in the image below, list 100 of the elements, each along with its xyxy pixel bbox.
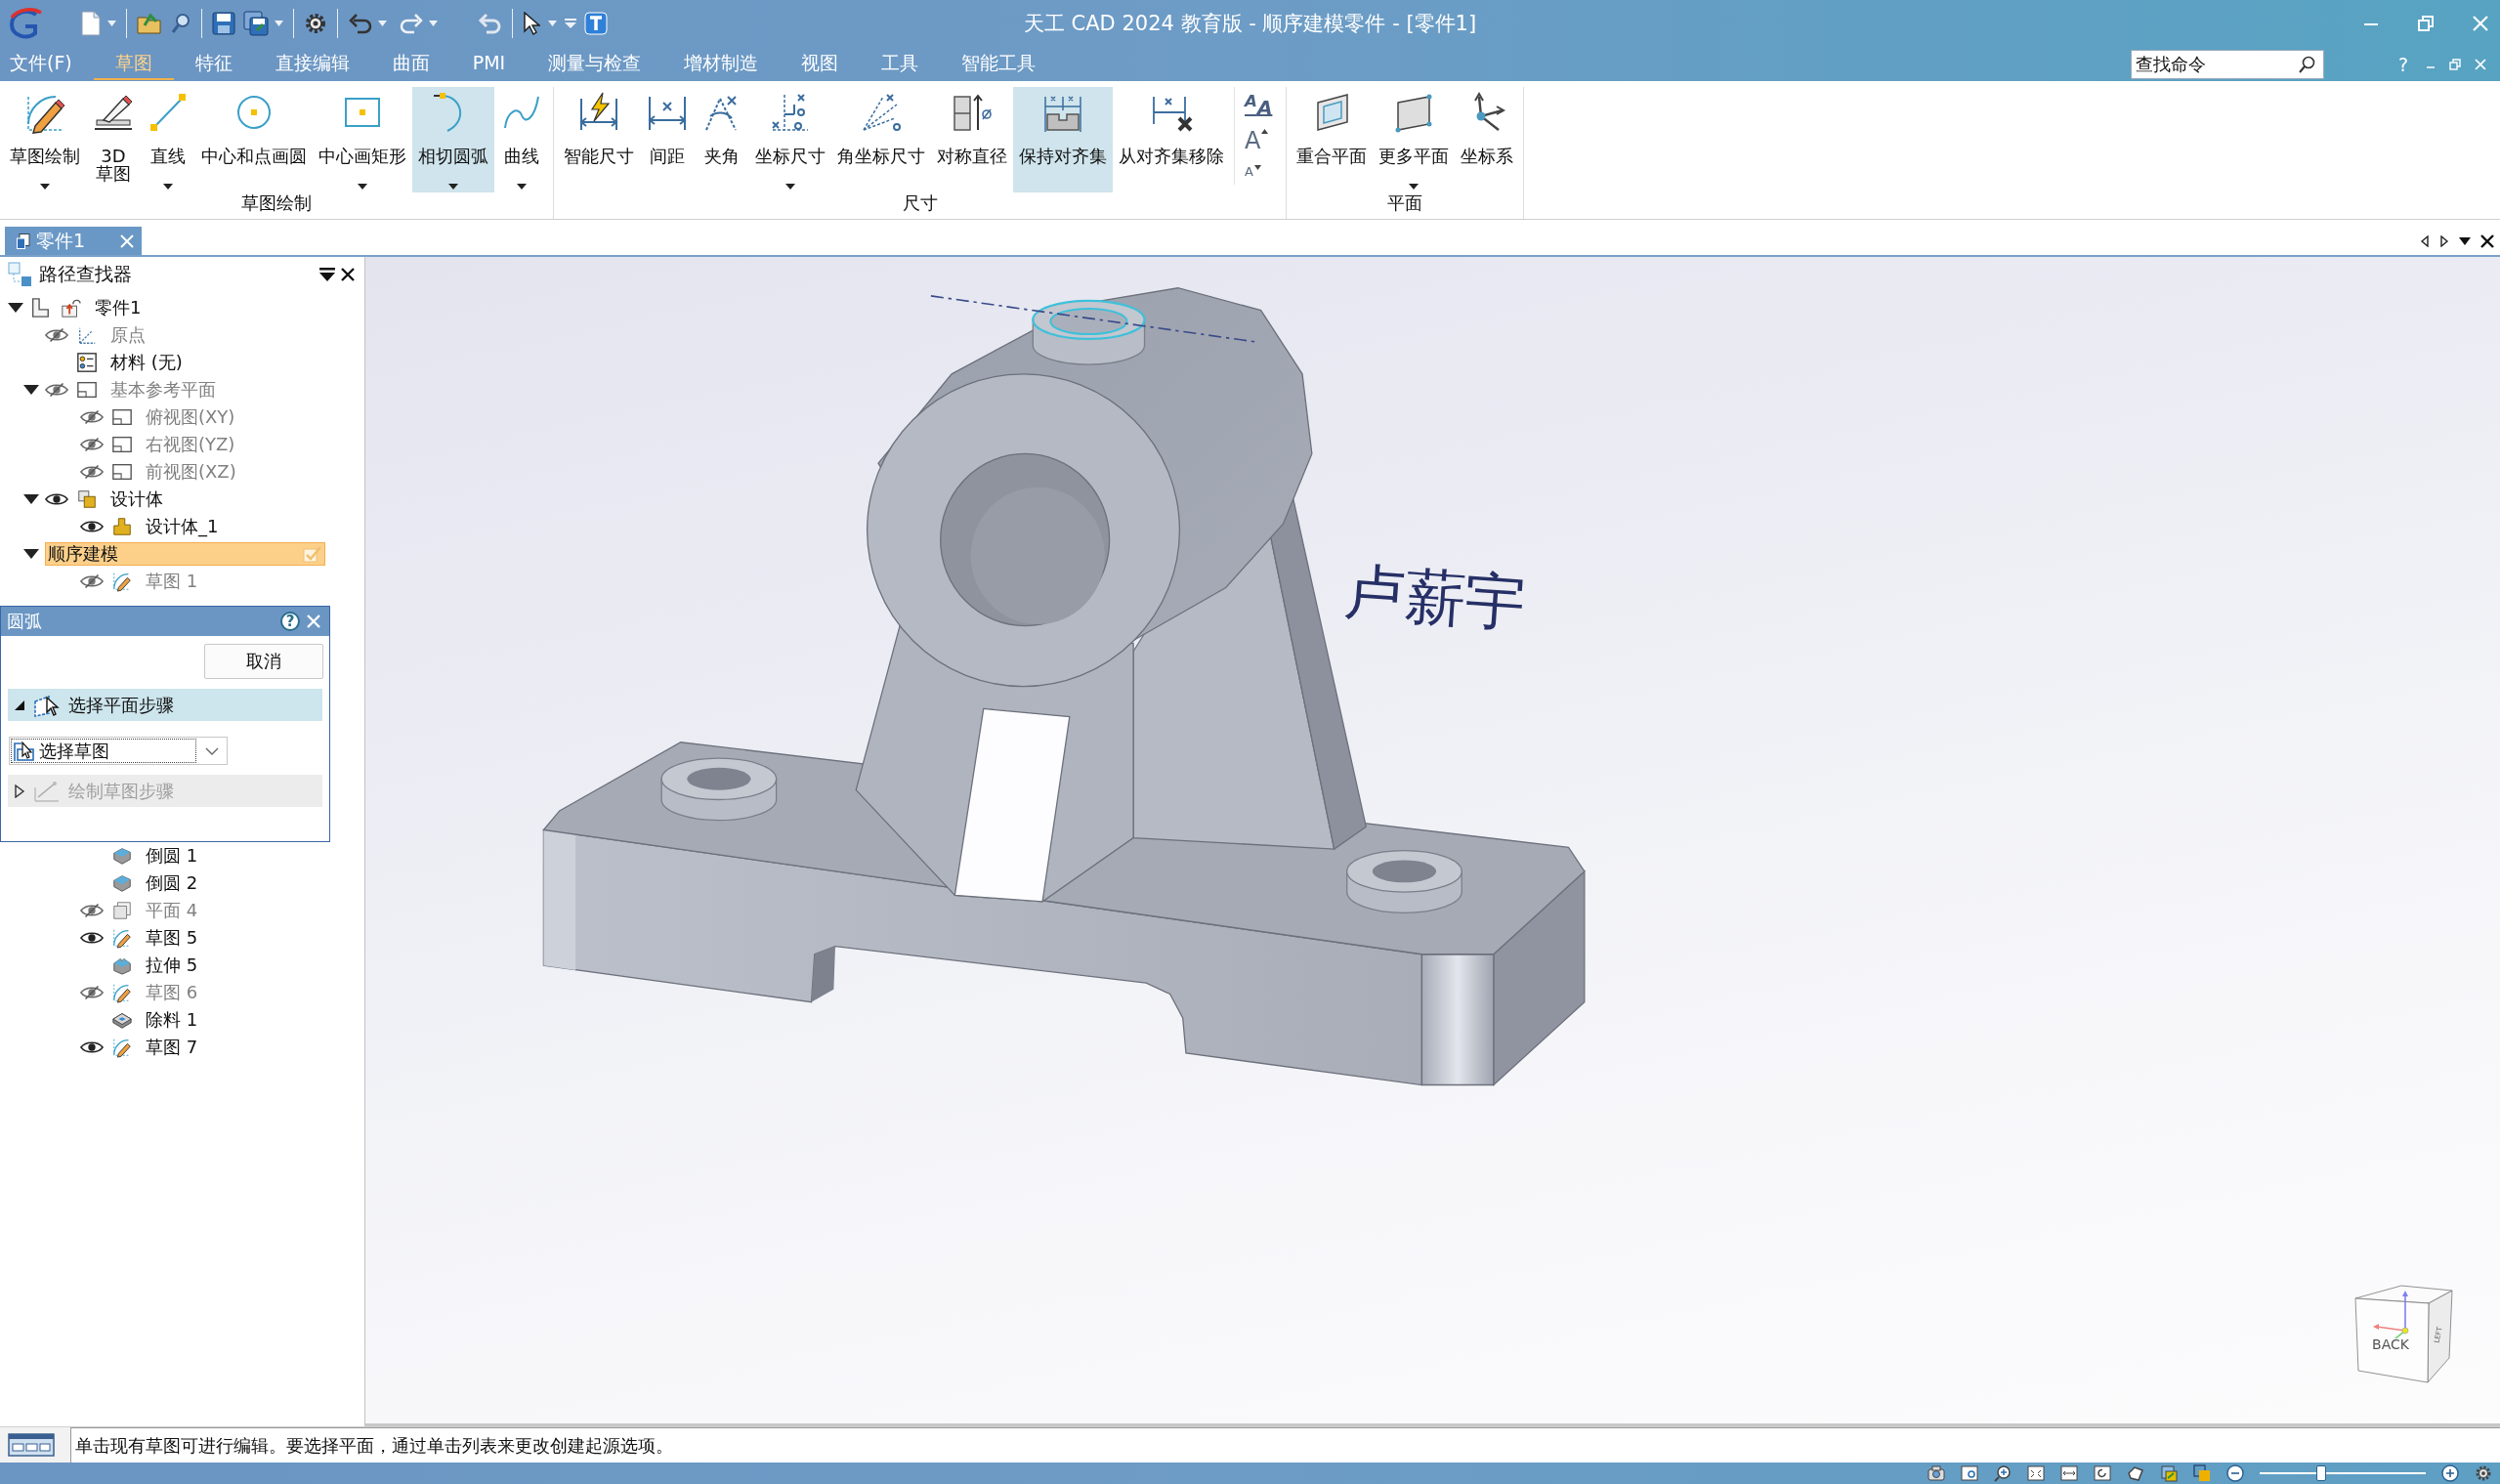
ribbon-button[interactable]: 坐标尺寸 [749, 87, 831, 192]
ribbon-button[interactable]: 相切圆弧 [412, 87, 494, 192]
camera-icon[interactable] [1928, 1464, 1945, 1482]
undo-icon[interactable] [348, 12, 373, 35]
eye-icon[interactable] [80, 930, 104, 946]
tree-item[interactable]: 草图 5 [143, 926, 201, 950]
cube-top-face[interactable] [2354, 1285, 2453, 1304]
ribbon-button[interactable]: 曲线 [494, 87, 549, 192]
restore-icon[interactable] [2418, 16, 2434, 31]
tree-item[interactable]: 基本参考平面 [107, 378, 219, 402]
ribbon-button[interactable]: 中心和点画圆 [195, 87, 313, 192]
tree-item[interactable]: 前视图(XZ) [143, 460, 239, 484]
tree-item[interactable]: 草图 1 [143, 570, 201, 593]
ribbon-button[interactable]: 中心画矩形 [313, 87, 412, 192]
ribbon-button[interactable]: 夹角 [695, 87, 749, 192]
tree-item[interactable]: 设计体_1 [143, 515, 222, 538]
dialog-title: 圆弧 [7, 610, 42, 633]
ribbon-button[interactable]: 间距 [640, 87, 695, 192]
tree-item[interactable]: 右视图(YZ) [143, 433, 238, 456]
angular-dimension-icon [860, 91, 903, 134]
text-tool-button[interactable]: $^{A}$A [1245, 93, 1273, 117]
ribbon-button[interactable]: 角坐标尺寸 [831, 87, 931, 192]
window-zoom-icon[interactable] [1961, 1464, 1978, 1482]
tree-item[interactable]: 倒圆 1 [143, 844, 201, 868]
text-tool-button[interactable]: A [1245, 129, 1261, 153]
overlap-squares-icon[interactable] [2193, 1464, 2211, 1482]
sketch-select-dropdown[interactable]: 选择草图 [9, 737, 228, 765]
cancel-button[interactable]: 取消 [204, 644, 323, 679]
sketch-pencil-icon [111, 571, 133, 592]
crossed-eye-icon[interactable] [80, 409, 104, 425]
slider-thumb[interactable] [2315, 1465, 2326, 1481]
tree-item[interactable]: 平面 4 [143, 899, 201, 922]
tree-item[interactable]: 俯视图(XY) [143, 405, 238, 429]
save-copy-icon[interactable] [243, 11, 269, 36]
pan-window-icon[interactable] [2060, 1464, 2078, 1482]
ribbon-button[interactable]: 智能尺寸 [558, 87, 640, 192]
tree-toggle-icon[interactable] [8, 302, 23, 314]
step-header[interactable]: 选择平面步骤 [8, 689, 322, 721]
ribbon-button[interactable]: 对称直径 [931, 87, 1013, 192]
gear-icon[interactable] [304, 12, 327, 35]
tree-item[interactable]: 除料 1 [143, 1008, 201, 1032]
ribbon-button[interactable]: 草图绘制 [4, 87, 86, 192]
caret-icon[interactable] [2459, 236, 2471, 245]
search-field[interactable]: 查找命令 [2130, 49, 2324, 79]
search-icon[interactable] [2298, 55, 2316, 73]
triangle-right-icon[interactable] [2439, 234, 2449, 247]
eye-icon[interactable] [80, 519, 104, 534]
tree-item[interactable]: 拉伸 5 [143, 954, 201, 977]
cube-front-face[interactable]: BACK [2354, 1297, 2430, 1383]
crossed-eye-icon[interactable] [80, 464, 104, 480]
restore-icon[interactable] [2449, 58, 2461, 70]
tree-toggle-icon[interactable] [23, 384, 39, 396]
ribbon-button[interactable]: 更多平面 [1373, 87, 1456, 192]
ribbon-button[interactable]: 坐标系 [1455, 87, 1520, 192]
crossed-eye-icon[interactable] [45, 327, 68, 343]
t-square-icon[interactable] [584, 12, 608, 35]
zoom-in-icon[interactable] [2441, 1464, 2459, 1482]
crossed-eye-icon[interactable] [45, 382, 68, 398]
magnifier-icon[interactable] [1994, 1464, 2012, 1482]
fit-window-icon[interactable] [2027, 1464, 2045, 1482]
tree-item[interactable]: 原点 [107, 323, 148, 347]
pointer-icon[interactable] [523, 12, 540, 35]
gear-icon[interactable] [2475, 1464, 2492, 1482]
redo-icon[interactable] [399, 12, 424, 35]
tree-item[interactable]: 设计体 [107, 488, 166, 511]
ribbon-button[interactable]: 重合平面 [1291, 87, 1374, 192]
rotate-window-icon[interactable] [2094, 1464, 2111, 1482]
crossed-eye-icon[interactable] [80, 903, 104, 918]
layers-icon[interactable] [2160, 1464, 2178, 1482]
tree-item[interactable]: 草图 6 [143, 981, 201, 1004]
eye-icon[interactable] [80, 1039, 104, 1055]
caret-icon [517, 184, 527, 190]
tree-item[interactable]: 零件1 [92, 296, 145, 319]
save-icon[interactable] [212, 12, 235, 35]
tree-item[interactable]: 草图 7 [143, 1036, 201, 1059]
triangle-left-icon[interactable] [2420, 234, 2430, 247]
close-icon[interactable] [341, 268, 355, 281]
eye-icon[interactable] [45, 491, 68, 507]
tree-item[interactable]: 顺序建模 [45, 542, 325, 566]
dropdown-icon[interactable] [319, 268, 335, 281]
tree-item[interactable]: 倒圆 2 [143, 871, 201, 895]
zoom-out-icon[interactable] [2226, 1464, 2244, 1482]
pentagon-icon[interactable] [2127, 1464, 2144, 1482]
ribbon-button[interactable]: 3D 草图 [86, 87, 141, 192]
tree-toggle-icon[interactable] [23, 548, 39, 560]
crossed-eye-icon[interactable] [80, 573, 104, 589]
magnifier-icon[interactable] [172, 13, 191, 34]
text-tool-button[interactable]: A [1245, 165, 1253, 179]
ribbon-button[interactable]: 从对齐集移除 [1113, 87, 1230, 192]
help-button[interactable]: ? [280, 612, 300, 631]
crossed-eye-icon[interactable] [80, 985, 104, 1000]
new-document-icon[interactable] [80, 11, 102, 36]
caret-icon [163, 184, 173, 190]
open-folder-icon[interactable] [137, 12, 162, 35]
crossed-eye-icon[interactable] [80, 437, 104, 452]
tree-item[interactable]: 材料 (无) [107, 351, 186, 374]
ribbon-button[interactable]: 直线 [141, 87, 195, 192]
tree-toggle-icon[interactable] [23, 493, 39, 505]
ribbon-button[interactable]: 保持对齐集 [1013, 87, 1113, 192]
close-icon[interactable] [2480, 233, 2494, 248]
